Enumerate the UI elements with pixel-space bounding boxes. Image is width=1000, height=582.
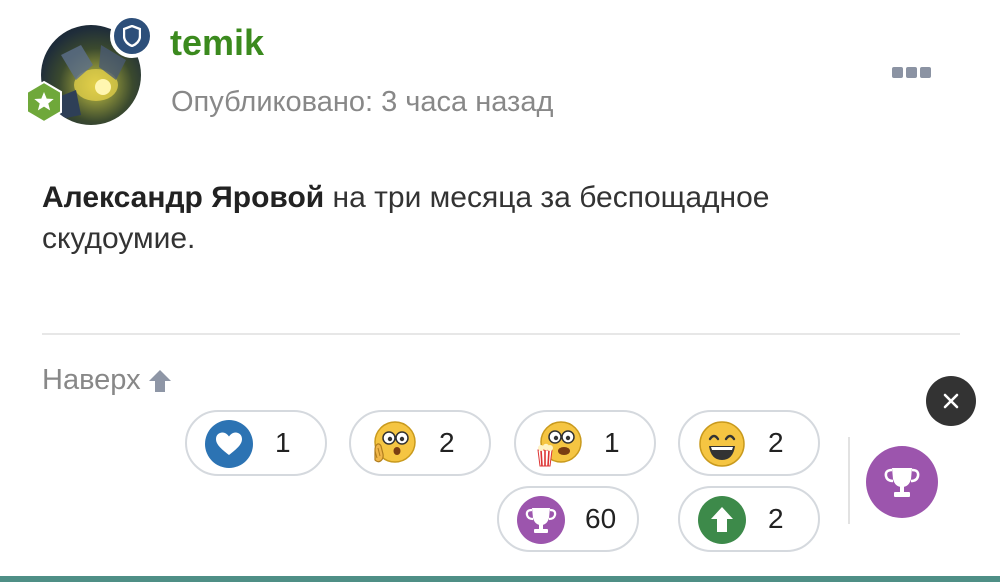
- mentioned-user: Александр Яровой: [42, 181, 325, 214]
- to-top-label: Наверх: [42, 364, 141, 396]
- reaction-popcorn[interactable]: 1: [514, 410, 656, 476]
- shocked-face-icon: [374, 421, 416, 463]
- to-top-link[interactable]: Наверх: [42, 364, 173, 397]
- reaction-count: 60: [585, 503, 617, 534]
- more-dot-icon: [919, 66, 931, 78]
- more-dot-icon: [891, 66, 903, 78]
- divider: [42, 333, 960, 335]
- reaction-upvote[interactable]: 2: [678, 486, 820, 552]
- reaction-count: 2: [768, 427, 784, 458]
- trophy-icon: [517, 496, 565, 544]
- laughing-face-icon: [699, 421, 745, 467]
- published-timestamp: Опубликовано: 3 часа назад: [171, 86, 554, 118]
- add-reaction-button[interactable]: [866, 446, 938, 518]
- trophy-icon: [884, 468, 920, 497]
- username-link[interactable]: temik: [170, 22, 264, 64]
- reaction-heart[interactable]: 1: [185, 410, 327, 476]
- post-body: Александр Яровой на три месяца за беспощ…: [42, 177, 922, 259]
- arrow-up-icon: [148, 369, 171, 392]
- reaction-trophy[interactable]: 60: [497, 486, 639, 552]
- popcorn-face-icon: [537, 421, 582, 467]
- divider: [848, 437, 850, 524]
- close-button[interactable]: [926, 376, 976, 426]
- reaction-shocked[interactable]: 2: [349, 410, 491, 476]
- reaction-count: 2: [439, 427, 455, 458]
- reaction-count: 1: [275, 427, 291, 458]
- post-card: temik Опубликовано: 3 часа назад Алексан…: [0, 0, 1000, 582]
- reaction-laughing[interactable]: 2: [678, 410, 820, 476]
- more-dot-icon: [905, 66, 917, 78]
- heart-icon: [205, 420, 253, 468]
- reaction-count: 2: [768, 503, 784, 534]
- rank-star-icon: [22, 80, 66, 124]
- close-icon: [943, 393, 959, 409]
- moderator-badge-icon: [110, 14, 154, 58]
- bottom-bar: [0, 576, 1000, 582]
- reaction-count: 1: [604, 427, 620, 458]
- upvote-icon: [698, 496, 746, 544]
- more-options-button[interactable]: [889, 62, 933, 82]
